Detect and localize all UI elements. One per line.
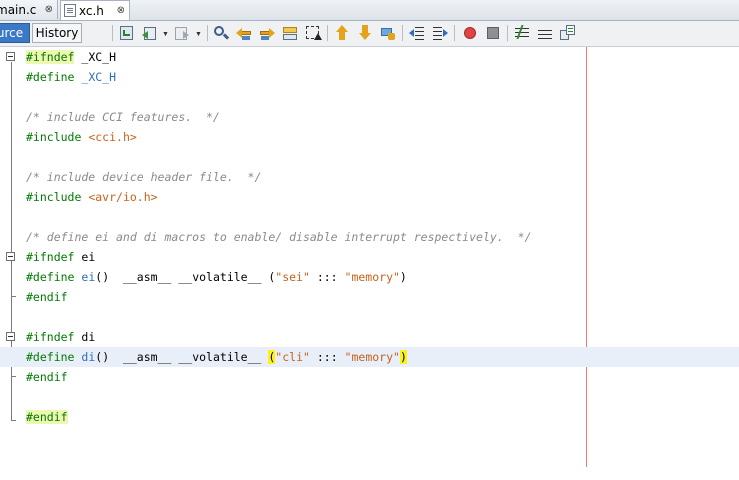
toggle-bookmark-icon[interactable] [380, 25, 396, 41]
code-line: /* include device header file. */ [26, 167, 261, 187]
code-text: () __asm__ __volatile__ [95, 350, 269, 364]
toolbar-separator [507, 25, 508, 41]
header-file-icon [64, 4, 76, 17]
matching-bracket: ) [399, 350, 407, 364]
fold-toggle-icon[interactable] [6, 52, 15, 61]
preprocessor-keyword: #include [26, 130, 82, 144]
tab-xc-h[interactable]: xc.h ⊗ [60, 0, 130, 20]
toolbar-separator [112, 25, 113, 41]
fold-toggle-icon[interactable] [6, 332, 15, 341]
chevron-down-icon[interactable]: ▼ [162, 31, 169, 38]
macro-name: di [81, 350, 96, 364]
diff-icon[interactable] [560, 25, 576, 41]
code-line: #ifndef ei [26, 247, 95, 267]
code-line: #ifndef di [26, 327, 95, 347]
fold-end-marker [11, 296, 16, 297]
tab-main-c[interactable]: main.c ⊗ [0, 0, 58, 19]
code-line: #define _XC_H [26, 67, 116, 87]
identifier: ei [74, 250, 96, 264]
code-line: #endif [26, 367, 68, 387]
code-text: () __asm__ __volatile__ ( [95, 270, 276, 284]
preprocessor-keyword: #endif [26, 370, 68, 384]
toolbar-separator [454, 25, 455, 41]
identifier: _XC_H [74, 50, 117, 64]
find-previous-icon[interactable] [236, 25, 252, 41]
preprocessor-keyword: #include [26, 190, 82, 204]
code-line: #include <cci.h> [26, 127, 137, 147]
code-line: #include <avr/io.h> [26, 187, 158, 207]
preprocessor-keyword: #ifndef [26, 330, 75, 344]
preprocessor-keyword: #endif [26, 410, 68, 424]
code-line: /* define ei and di macros to enable/ di… [26, 227, 531, 247]
comment: /* include CCI features. */ [26, 110, 220, 124]
identifier: di [74, 330, 96, 344]
include-path: <avr/io.h> [88, 190, 158, 204]
preprocessor-keyword: #define [26, 70, 75, 84]
macro-name: ei [81, 270, 96, 284]
previous-bookmark-icon[interactable] [334, 25, 350, 41]
record-macro-icon[interactable] [462, 25, 478, 41]
code-line: #define ei() __asm__ __volatile__ ("sei"… [26, 267, 407, 287]
editor-toolbar: urce History ▼ ▼ [0, 21, 739, 47]
comment: /* define ei and di macros to enable/ di… [26, 230, 532, 244]
current-code-line: #define di() __asm__ __volatile__ ("cli"… [0, 347, 739, 367]
code-editor[interactable]: #ifndef _XC_H #define _XC_H /* include C… [0, 47, 739, 480]
code-text: ::: [309, 270, 345, 284]
include-path: <cci.h> [88, 130, 137, 144]
code-text: ::: [309, 350, 345, 364]
preprocessor-keyword: #endif [26, 290, 68, 304]
code-line: #endif [26, 407, 68, 427]
tab-label: xc.h [79, 3, 104, 18]
source-view-button[interactable]: urce [0, 23, 30, 43]
code-line: #endif [26, 287, 68, 307]
tab-label: main.c [0, 2, 37, 17]
preprocessor-keyword: #ifndef [26, 50, 75, 64]
code-text: ) [399, 270, 407, 284]
string-literal: "sei" [275, 270, 310, 284]
preprocessor-keyword: #define [26, 350, 75, 364]
last-edit-icon[interactable] [119, 25, 135, 41]
find-icon[interactable] [213, 25, 230, 41]
comment: /* include device header file. */ [26, 170, 262, 184]
string-literal: "memory" [344, 270, 400, 284]
comment-icon[interactable] [512, 25, 530, 41]
shift-right-icon[interactable] [432, 25, 448, 41]
chevron-down-icon[interactable]: ▼ [195, 31, 202, 38]
forward-icon[interactable] [174, 25, 190, 41]
toggle-highlight-icon[interactable] [282, 25, 298, 41]
history-view-button[interactable]: History [32, 23, 82, 43]
fold-end-marker [11, 376, 16, 377]
preprocessor-keyword: #define [26, 270, 75, 284]
close-tab-icon[interactable]: ⊗ [45, 4, 53, 15]
code-line: #ifndef _XC_H [26, 47, 116, 67]
uncomment-icon[interactable] [537, 25, 553, 41]
right-margin-line [586, 47, 587, 467]
string-literal: "cli" [275, 350, 310, 364]
next-bookmark-icon[interactable] [357, 25, 373, 41]
fold-end-marker [11, 420, 16, 421]
toolbar-separator [327, 25, 328, 41]
shift-left-icon[interactable] [409, 25, 425, 41]
code-line: /* include CCI features. */ [26, 107, 220, 127]
macro-name: _XC_H [81, 70, 117, 84]
preprocessor-keyword: #ifndef [26, 250, 75, 264]
toggle-rectangular-selection-icon[interactable] [305, 25, 322, 41]
stop-macro-icon[interactable] [485, 25, 501, 41]
editor-tab-strip: main.c ⊗ xc.h ⊗ [0, 0, 739, 21]
back-icon[interactable] [142, 25, 158, 41]
toolbar-separator [207, 25, 208, 41]
fold-toggle-icon[interactable] [6, 252, 15, 261]
close-tab-icon[interactable]: ⊗ [117, 5, 125, 16]
string-literal: "memory" [344, 350, 400, 364]
find-next-icon[interactable] [259, 25, 275, 41]
toolbar-separator [402, 25, 403, 41]
fold-guide [11, 62, 12, 421]
